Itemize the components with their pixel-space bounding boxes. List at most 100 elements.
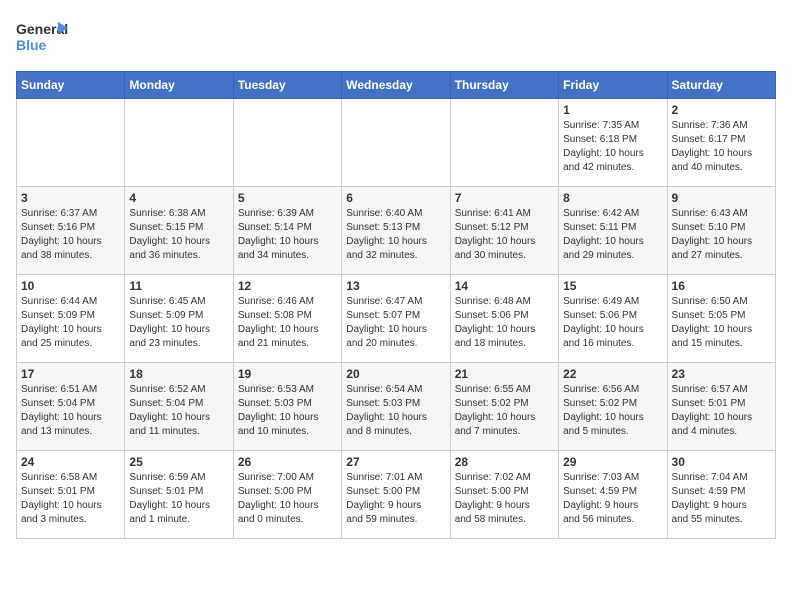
- day-info: Sunrise: 6:58 AM Sunset: 5:01 PM Dayligh…: [21, 471, 120, 527]
- day-number: 11: [129, 279, 228, 293]
- day-info: Sunrise: 6:42 AM Sunset: 5:11 PM Dayligh…: [563, 207, 662, 263]
- header-wednesday: Wednesday: [342, 72, 450, 99]
- day-cell: 26 Sunrise: 7:00 AM Sunset: 5:00 PM Dayli…: [233, 451, 341, 539]
- day-number: 6: [346, 191, 445, 205]
- day-info: Sunrise: 6:46 AM Sunset: 5:08 PM Dayligh…: [238, 295, 337, 351]
- day-info: Sunrise: 6:53 AM Sunset: 5:03 PM Dayligh…: [238, 383, 337, 439]
- day-cell: 25 Sunrise: 6:59 AM Sunset: 5:01 PM Dayli…: [125, 451, 233, 539]
- logo: GeneralBlue: [16, 16, 71, 61]
- day-cell: 17 Sunrise: 6:51 AM Sunset: 5:04 PM Dayli…: [17, 363, 125, 451]
- day-info: Sunrise: 6:52 AM Sunset: 5:04 PM Dayligh…: [129, 383, 228, 439]
- day-cell: [233, 99, 341, 187]
- svg-text:Blue: Blue: [16, 37, 47, 53]
- header-monday: Monday: [125, 72, 233, 99]
- day-number: 16: [672, 279, 771, 293]
- day-cell: 22Sunrise: 6:56 AM Sunset: 5:02 PM Dayli…: [559, 363, 667, 451]
- day-cell: 13Sunrise: 6:47 AM Sunset: 5:07 PM Dayli…: [342, 275, 450, 363]
- header: GeneralBlue: [16, 16, 776, 61]
- day-info: Sunrise: 7:36 AM Sunset: 6:17 PM Dayligh…: [672, 119, 771, 175]
- day-cell: 18 Sunrise: 6:52 AM Sunset: 5:04 PM Dayli…: [125, 363, 233, 451]
- day-cell: 30 Sunrise: 7:04 AM Sunset: 4:59 PM Dayli…: [667, 451, 775, 539]
- day-cell: [342, 99, 450, 187]
- logo-icon: GeneralBlue: [16, 16, 71, 61]
- day-number: 4: [129, 191, 228, 205]
- day-number: 9: [672, 191, 771, 205]
- day-cell: 8 Sunrise: 6:42 AM Sunset: 5:11 PM Daylig…: [559, 187, 667, 275]
- day-number: 8: [563, 191, 662, 205]
- day-number: 27: [346, 455, 445, 469]
- day-info: Sunrise: 6:48 AM Sunset: 5:06 PM Dayligh…: [455, 295, 554, 351]
- day-cell: [450, 99, 558, 187]
- day-number: 17: [21, 367, 120, 381]
- header-saturday: Saturday: [667, 72, 775, 99]
- week-row-3: 10Sunrise: 6:44 AM Sunset: 5:09 PM Dayli…: [17, 275, 776, 363]
- header-friday: Friday: [559, 72, 667, 99]
- day-number: 1: [563, 103, 662, 117]
- day-info: Sunrise: 6:38 AM Sunset: 5:15 PM Dayligh…: [129, 207, 228, 263]
- day-info: Sunrise: 6:39 AM Sunset: 5:14 PM Dayligh…: [238, 207, 337, 263]
- day-number: 15: [563, 279, 662, 293]
- day-cell: 11 Sunrise: 6:45 AM Sunset: 5:09 PM Dayli…: [125, 275, 233, 363]
- day-cell: 28 Sunrise: 7:02 AM Sunset: 5:00 PM Dayli…: [450, 451, 558, 539]
- day-number: 18: [129, 367, 228, 381]
- day-cell: 10Sunrise: 6:44 AM Sunset: 5:09 PM Dayli…: [17, 275, 125, 363]
- day-info: Sunrise: 6:37 AM Sunset: 5:16 PM Dayligh…: [21, 207, 120, 263]
- day-info: Sunrise: 6:59 AM Sunset: 5:01 PM Dayligh…: [129, 471, 228, 527]
- day-number: 30: [672, 455, 771, 469]
- day-info: Sunrise: 6:50 AM Sunset: 5:05 PM Dayligh…: [672, 295, 771, 351]
- day-info: Sunrise: 7:00 AM Sunset: 5:00 PM Dayligh…: [238, 471, 337, 527]
- day-info: Sunrise: 6:54 AM Sunset: 5:03 PM Dayligh…: [346, 383, 445, 439]
- calendar: SundayMondayTuesdayWednesdayThursdayFrid…: [16, 71, 776, 539]
- day-number: 19: [238, 367, 337, 381]
- header-tuesday: Tuesday: [233, 72, 341, 99]
- day-info: Sunrise: 7:35 AM Sunset: 6:18 PM Dayligh…: [563, 119, 662, 175]
- day-number: 12: [238, 279, 337, 293]
- day-number: 25: [129, 455, 228, 469]
- week-row-4: 17 Sunrise: 6:51 AM Sunset: 5:04 PM Dayli…: [17, 363, 776, 451]
- day-cell: 27 Sunrise: 7:01 AM Sunset: 5:00 PM Dayli…: [342, 451, 450, 539]
- day-cell: 7 Sunrise: 6:41 AM Sunset: 5:12 PM Daylig…: [450, 187, 558, 275]
- day-info: Sunrise: 6:45 AM Sunset: 5:09 PM Dayligh…: [129, 295, 228, 351]
- day-number: 3: [21, 191, 120, 205]
- day-cell: 20 Sunrise: 6:54 AM Sunset: 5:03 PM Dayli…: [342, 363, 450, 451]
- day-cell: 21 Sunrise: 6:55 AM Sunset: 5:02 PM Dayli…: [450, 363, 558, 451]
- day-cell: 29 Sunrise: 7:03 AM Sunset: 4:59 PM Dayli…: [559, 451, 667, 539]
- header-sunday: Sunday: [17, 72, 125, 99]
- day-cell: [17, 99, 125, 187]
- week-row-5: 24 Sunrise: 6:58 AM Sunset: 5:01 PM Dayli…: [17, 451, 776, 539]
- day-cell: 5 Sunrise: 6:39 AM Sunset: 5:14 PM Daylig…: [233, 187, 341, 275]
- day-number: 26: [238, 455, 337, 469]
- day-cell: 15 Sunrise: 6:49 AM Sunset: 5:06 PM Dayli…: [559, 275, 667, 363]
- day-info: Sunrise: 7:04 AM Sunset: 4:59 PM Dayligh…: [672, 471, 771, 527]
- day-number: 29: [563, 455, 662, 469]
- day-cell: 19 Sunrise: 6:53 AM Sunset: 5:03 PM Dayli…: [233, 363, 341, 451]
- day-number: 24: [21, 455, 120, 469]
- day-info: Sunrise: 6:51 AM Sunset: 5:04 PM Dayligh…: [21, 383, 120, 439]
- day-number: 21: [455, 367, 554, 381]
- week-row-2: 3 Sunrise: 6:37 AM Sunset: 5:16 PM Daylig…: [17, 187, 776, 275]
- week-row-1: 1 Sunrise: 7:35 AM Sunset: 6:18 PM Daylig…: [17, 99, 776, 187]
- day-info: Sunrise: 6:56 AM Sunset: 5:02 PM Dayligh…: [563, 383, 662, 439]
- day-info: Sunrise: 6:57 AM Sunset: 5:01 PM Dayligh…: [672, 383, 771, 439]
- day-cell: 16 Sunrise: 6:50 AM Sunset: 5:05 PM Dayli…: [667, 275, 775, 363]
- day-number: 7: [455, 191, 554, 205]
- day-cell: 4 Sunrise: 6:38 AM Sunset: 5:15 PM Daylig…: [125, 187, 233, 275]
- day-cell: 3 Sunrise: 6:37 AM Sunset: 5:16 PM Daylig…: [17, 187, 125, 275]
- day-info: Sunrise: 6:55 AM Sunset: 5:02 PM Dayligh…: [455, 383, 554, 439]
- day-number: 5: [238, 191, 337, 205]
- day-number: 10: [21, 279, 120, 293]
- day-cell: 9 Sunrise: 6:43 AM Sunset: 5:10 PM Daylig…: [667, 187, 775, 275]
- day-info: Sunrise: 7:02 AM Sunset: 5:00 PM Dayligh…: [455, 471, 554, 527]
- day-number: 13: [346, 279, 445, 293]
- day-cell: 24 Sunrise: 6:58 AM Sunset: 5:01 PM Dayli…: [17, 451, 125, 539]
- day-info: Sunrise: 6:43 AM Sunset: 5:10 PM Dayligh…: [672, 207, 771, 263]
- day-info: Sunrise: 7:03 AM Sunset: 4:59 PM Dayligh…: [563, 471, 662, 527]
- day-number: 20: [346, 367, 445, 381]
- day-info: Sunrise: 7:01 AM Sunset: 5:00 PM Dayligh…: [346, 471, 445, 527]
- day-info: Sunrise: 6:41 AM Sunset: 5:12 PM Dayligh…: [455, 207, 554, 263]
- day-info: Sunrise: 6:49 AM Sunset: 5:06 PM Dayligh…: [563, 295, 662, 351]
- day-number: 28: [455, 455, 554, 469]
- day-info: Sunrise: 6:40 AM Sunset: 5:13 PM Dayligh…: [346, 207, 445, 263]
- day-cell: [125, 99, 233, 187]
- day-number: 2: [672, 103, 771, 117]
